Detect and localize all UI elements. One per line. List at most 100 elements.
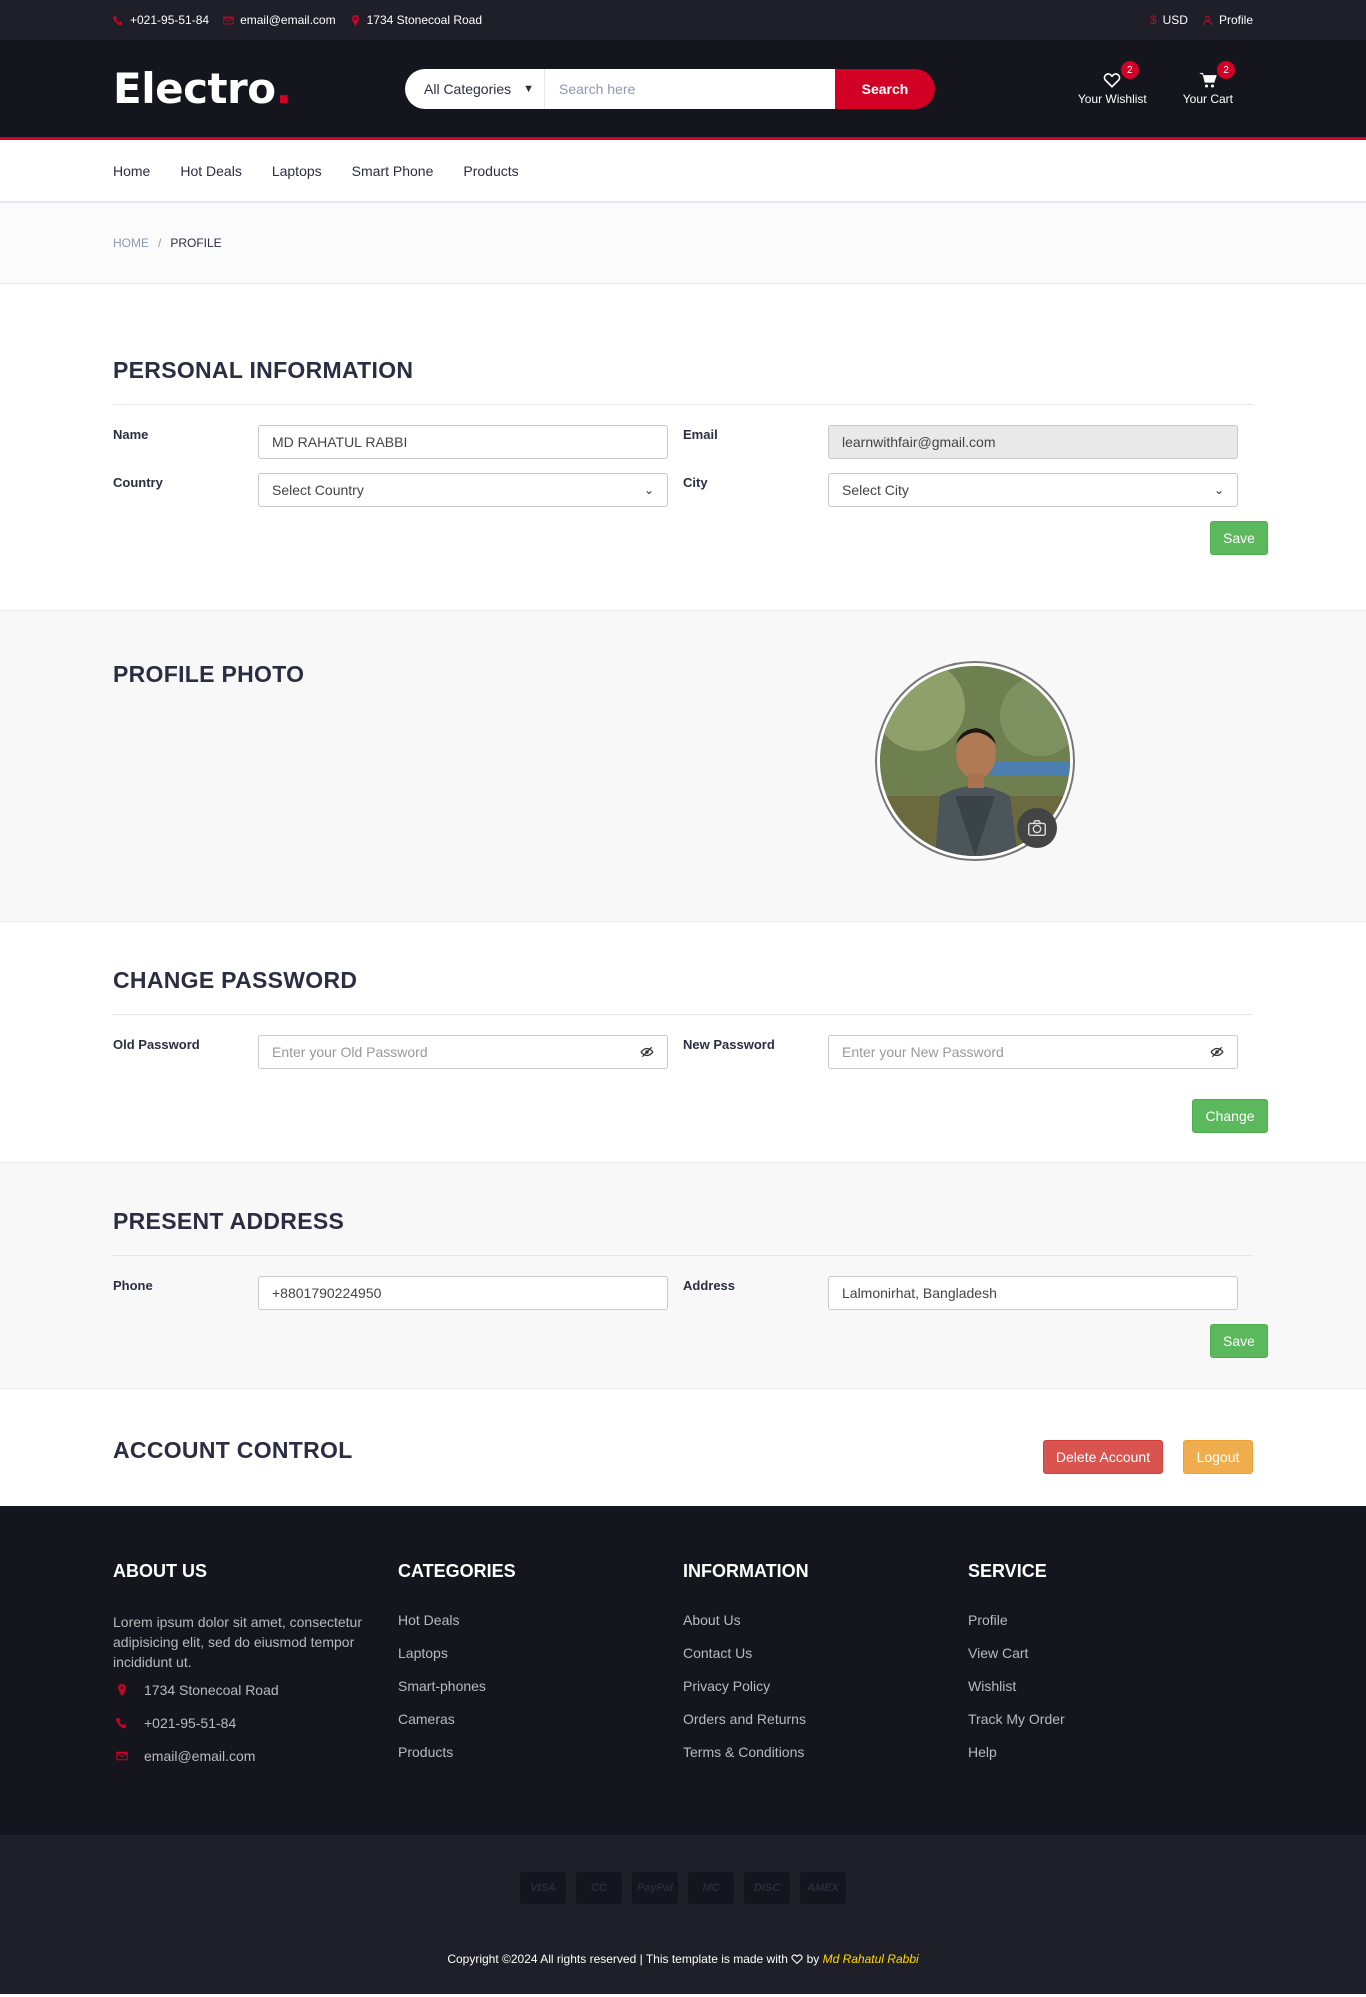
new-password-input[interactable]: Enter your New Password — [828, 1035, 1238, 1069]
credit-card-icon: CC — [576, 1872, 622, 1904]
copyright-by: by — [806, 1952, 820, 1966]
footer-link[interactable]: About Us — [683, 1612, 968, 1628]
email-label: Email — [683, 427, 718, 442]
save-address-button[interactable]: Save — [1210, 1324, 1268, 1358]
footer-link[interactable]: Products — [398, 1744, 683, 1760]
logout-button[interactable]: Logout — [1183, 1440, 1253, 1474]
camera-icon — [1028, 819, 1046, 837]
present-address-section: Present Address Phone +8801790224950 Add… — [0, 1163, 1366, 1389]
cart-link[interactable]: Your Cart 2 — [1183, 61, 1235, 106]
change-password-section: Change Password Old Password Enter your … — [0, 922, 1366, 1163]
old-password-input[interactable]: Enter your Old Password — [258, 1035, 668, 1069]
breadcrumb-home[interactable]: Home — [113, 236, 149, 250]
dollar-icon: $ — [1149, 13, 1157, 27]
profile-photo-title: Profile Photo — [113, 661, 305, 687]
footer-information: Information About Us Contact Us Privacy … — [683, 1561, 968, 1781]
profile-link[interactable]: Profile — [1202, 13, 1253, 27]
search-input[interactable]: Search here — [545, 68, 835, 109]
nav-smart-phone[interactable]: Smart Phone — [352, 163, 434, 179]
footer-link[interactable]: Terms & Conditions — [683, 1744, 968, 1760]
footer-phone[interactable]: +021-95-51-84 — [113, 1715, 398, 1731]
footer-link[interactable]: Profile — [968, 1612, 1253, 1628]
account-control-title: Account Control — [113, 1437, 353, 1463]
delete-account-button[interactable]: Delete Account — [1043, 1440, 1163, 1474]
footer-link[interactable]: Help — [968, 1744, 1253, 1760]
topbar-address-text: 1734 Stonecoal Road — [366, 13, 483, 27]
footer-about-title: About Us — [113, 1561, 207, 1581]
topbar-email[interactable]: email@email.com — [223, 13, 336, 27]
footer-link[interactable]: Track My Order — [968, 1711, 1253, 1727]
cart-icon — [1199, 72, 1217, 88]
nav-home[interactable]: Home — [113, 163, 150, 179]
nav-products[interactable]: Products — [463, 163, 518, 179]
divider — [113, 404, 1253, 405]
footer-address-text: 1734 Stonecoal Road — [144, 1682, 279, 1698]
map-marker-icon — [351, 14, 359, 26]
footer-service: Service Profile View Cart Wishlist Track… — [968, 1561, 1253, 1781]
email-input: learnwithfair@gmail.com — [828, 425, 1238, 459]
nav-hot-deals[interactable]: Hot Deals — [180, 163, 241, 179]
nav-laptops[interactable]: Laptops — [272, 163, 322, 179]
discover-icon: DISC — [744, 1872, 790, 1904]
new-password-placeholder: Enter your New Password — [842, 1044, 1004, 1060]
change-password-title: Change Password — [113, 967, 358, 993]
phone-icon — [113, 15, 123, 25]
change-password-button[interactable]: Change — [1192, 1099, 1268, 1133]
topbar-phone-text: +021-95-51-84 — [130, 13, 210, 27]
wishlist-label: Your Wishlist — [1077, 92, 1147, 106]
footer: About Us Lorem ipsum dolor sit amet, con… — [0, 1506, 1366, 1835]
paypal-icon: PayPal — [632, 1872, 678, 1904]
divider — [113, 1255, 1253, 1256]
search-form: All Categories ▼ Search here Search — [405, 68, 935, 109]
eye-slash-icon[interactable] — [640, 1045, 654, 1059]
eye-slash-icon[interactable] — [1210, 1045, 1224, 1059]
chevron-down-icon: ⌄ — [1213, 483, 1224, 497]
copyright: Copyright ©2024 All rights reserved | Th… — [0, 1952, 1366, 1966]
city-label: City — [683, 475, 708, 490]
cart-count-badge: 2 — [1217, 61, 1235, 79]
name-label: Name — [113, 427, 149, 442]
footer-phone-text: +021-95-51-84 — [144, 1715, 237, 1731]
footer-link[interactable]: Privacy Policy — [683, 1678, 968, 1694]
footer-link[interactable]: Laptops — [398, 1645, 683, 1661]
footer-link[interactable]: Hot Deals — [398, 1612, 683, 1628]
footer-link[interactable]: Orders and Returns — [683, 1711, 968, 1727]
footer-email[interactable]: email@email.com — [113, 1748, 398, 1764]
topbar-email-text: email@email.com — [240, 13, 336, 27]
city-select[interactable]: Select City ⌄ — [828, 473, 1238, 507]
profile-photo-section: Profile Photo — [0, 611, 1366, 922]
footer-information-title: Information — [683, 1561, 809, 1581]
author-link[interactable]: Md Rahatul Rabbi — [823, 1952, 919, 1966]
phone-input[interactable]: +8801790224950 — [258, 1276, 668, 1310]
chevron-down-icon: ⌄ — [643, 483, 654, 497]
footer-link[interactable]: View Cart — [968, 1645, 1253, 1661]
envelope-icon — [223, 16, 234, 24]
currency-link[interactable]: $ USD — [1150, 13, 1188, 27]
footer-link[interactable]: Smart-phones — [398, 1678, 683, 1694]
phone-label: Phone — [113, 1278, 153, 1293]
address-input[interactable]: Lalmonirhat, Bangladesh — [828, 1276, 1238, 1310]
logo[interactable]: Electro. — [113, 64, 405, 113]
footer-address[interactable]: 1734 Stonecoal Road — [113, 1682, 398, 1698]
footer-link[interactable]: Cameras — [398, 1711, 683, 1727]
topbar-phone[interactable]: +021-95-51-84 — [113, 13, 209, 27]
search-button[interactable]: Search — [835, 68, 935, 109]
category-select[interactable]: All Categories ▼ — [405, 68, 545, 109]
topbar-address[interactable]: 1734 Stonecoal Road — [350, 13, 482, 27]
footer-link[interactable]: Contact Us — [683, 1645, 968, 1661]
old-password-placeholder: Enter your Old Password — [272, 1044, 428, 1060]
main-header: Electro. All Categories ▼ Search here Se… — [0, 40, 1366, 140]
phone-icon — [116, 1717, 127, 1729]
visa-icon: VISA — [520, 1872, 566, 1904]
country-select[interactable]: Select Country ⌄ — [258, 473, 668, 507]
footer-link[interactable]: Wishlist — [968, 1678, 1253, 1694]
top-bar: +021-95-51-84 email@email.com 1734 Stone… — [0, 0, 1366, 40]
present-address-title: Present Address — [113, 1208, 345, 1234]
footer-categories-title: Categories — [398, 1561, 516, 1581]
amex-icon: AMEX — [800, 1872, 846, 1904]
change-photo-button[interactable] — [1017, 808, 1057, 848]
name-input[interactable]: MD RAHATUL RABBI — [258, 425, 668, 459]
wishlist-link[interactable]: Your Wishlist 2 — [1077, 61, 1147, 106]
save-personal-button[interactable]: Save — [1210, 521, 1268, 555]
heart-icon — [1104, 73, 1121, 88]
